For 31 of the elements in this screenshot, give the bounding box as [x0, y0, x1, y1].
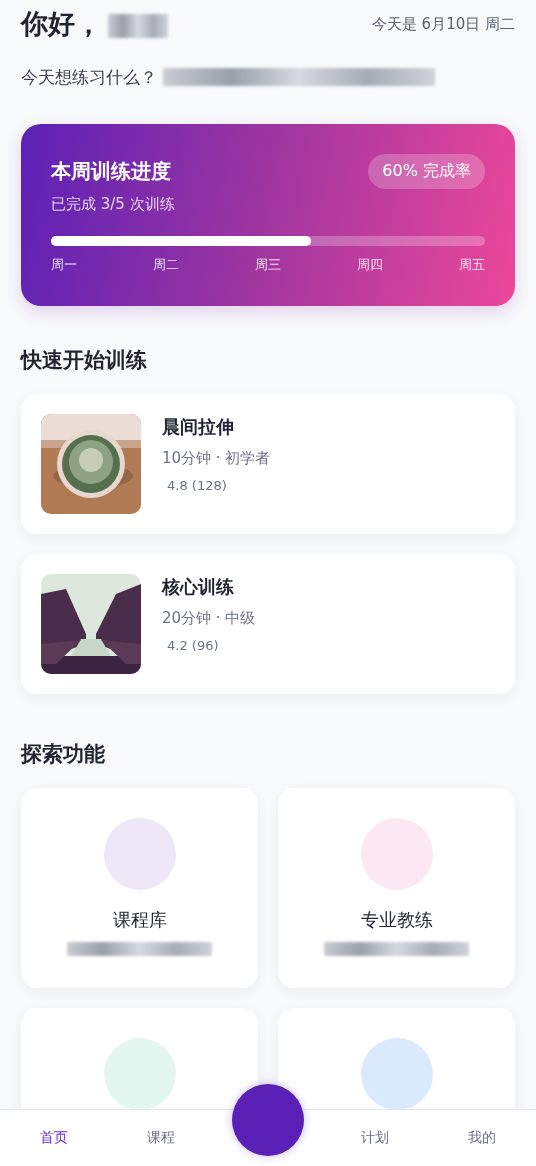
prompt-text: 今天想练习什么？ [21, 65, 157, 89]
nav-tab[interactable]: 首页 [0, 1123, 108, 1153]
workout-card[interactable]: 核心训练 20分钟 · 中级 4.2 (96) [21, 554, 515, 694]
feature-title: 专业教练 [360, 908, 433, 932]
date-text: 今天是 6月10日 周二 [371, 14, 515, 34]
workout-title: 晨间拉伸 [162, 415, 235, 439]
workout-title: 核心训练 [162, 575, 235, 599]
nav-tab[interactable]: 我的 [428, 1123, 536, 1153]
feature-title: 课程库 [112, 908, 167, 932]
nav-tab[interactable]: 课程 [107, 1123, 215, 1153]
day-label: 周三 [255, 256, 281, 274]
center-button[interactable] [232, 1084, 304, 1156]
workout-card[interactable]: 晨间拉伸 10分钟 · 初学者 4.8 (128) [21, 394, 515, 534]
rating-text: 4.2 (96) [166, 638, 220, 653]
rating-text: 4.8 (128) [166, 478, 228, 493]
day-label: 周四 [357, 256, 383, 274]
blurred-name [108, 14, 168, 38]
card-subtitle: 已完成 3/5 次训练 [51, 195, 176, 214]
greeting: 你好， [21, 7, 102, 41]
day-label: 周二 [153, 256, 179, 274]
section-title: 快速开始训练 [21, 347, 148, 374]
feature-card[interactable]: 课程库 [21, 788, 258, 988]
feature-card[interactable]: 专业教练 [278, 788, 515, 988]
section-title: 探索功能 [21, 741, 106, 768]
card-title: 本周训练进度 [51, 158, 171, 185]
day-label: 周五 [459, 256, 485, 274]
completion-badge: 60% 完成率 [368, 154, 485, 189]
nav-tab[interactable]: 计划 [321, 1123, 429, 1153]
workout-meta: 10分钟 · 初学者 [162, 449, 271, 468]
workout-meta: 20分钟 · 中级 [162, 609, 256, 628]
day-label: 周一 [51, 256, 77, 274]
